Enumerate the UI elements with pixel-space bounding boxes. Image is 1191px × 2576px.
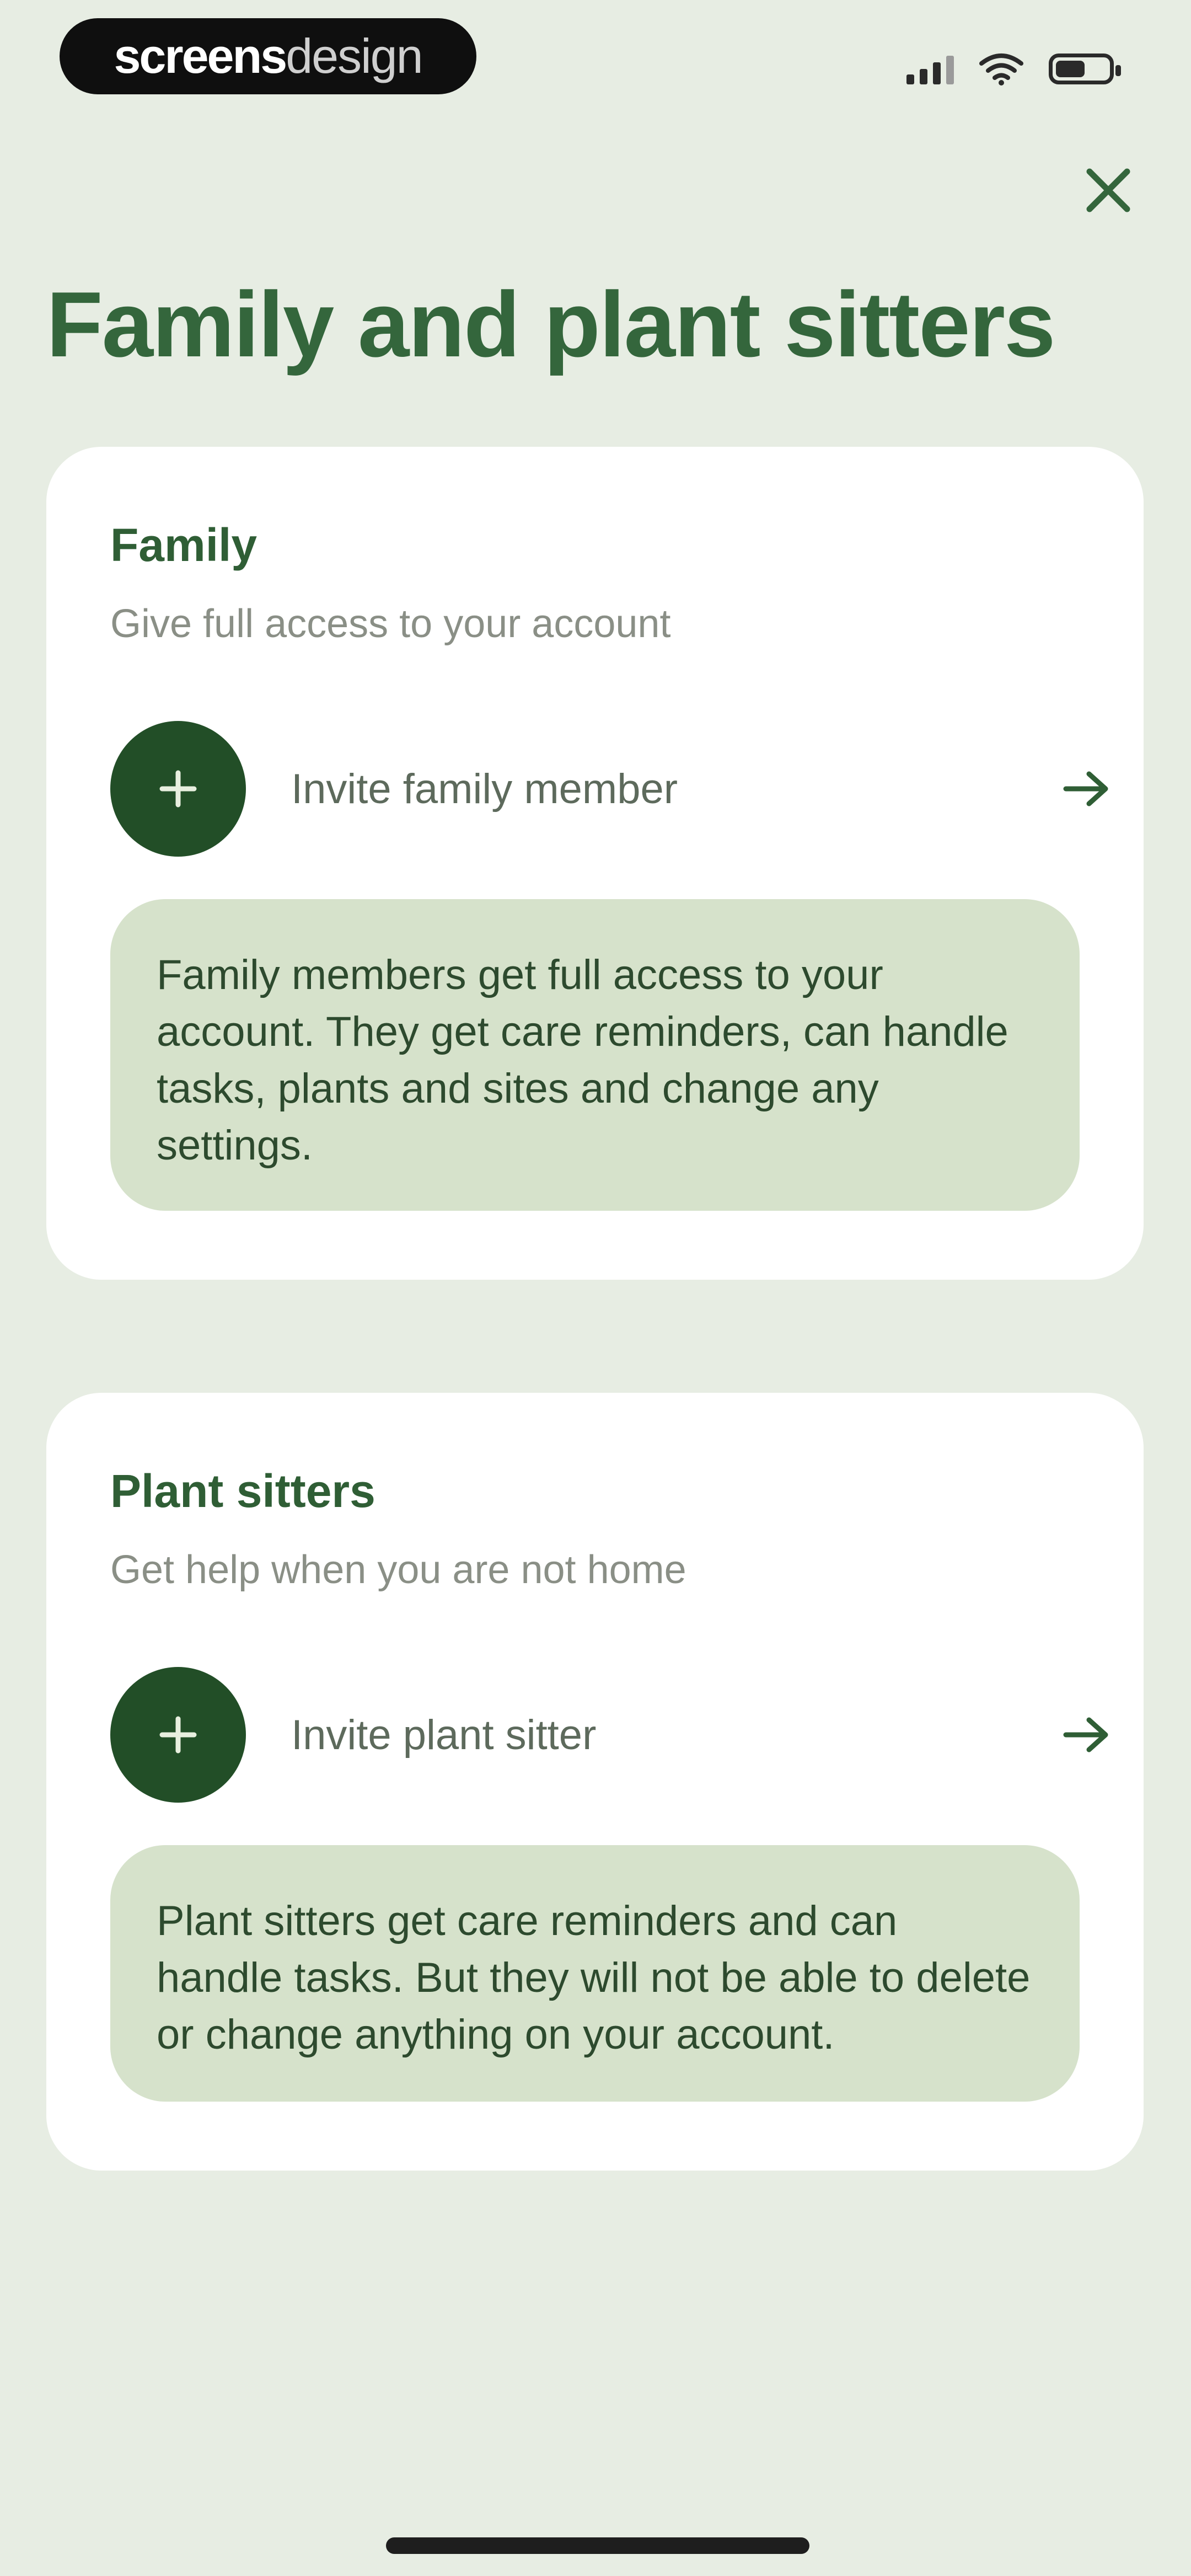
home-indicator[interactable] (386, 2537, 809, 2554)
close-button[interactable] (1075, 157, 1141, 223)
plant-sitters-info-box: Plant sitters get care reminders and can… (110, 1845, 1080, 2102)
plant-sitters-info-text: Plant sitters get care reminders and can… (157, 1898, 1031, 2058)
cellular-signal-icon (906, 54, 954, 84)
add-sitter-button-circle[interactable] (110, 1667, 246, 1803)
brand-text-bold: screens (114, 29, 287, 83)
invite-plant-sitter-button[interactable]: Invite plant sitter (110, 1666, 1136, 1804)
arrow-right-icon (1053, 756, 1119, 822)
brand-badge: screens design (60, 18, 476, 94)
page-title: Family and plant sitters (46, 272, 1055, 376)
plus-icon (159, 770, 197, 808)
invite-family-label: Invite family member (291, 765, 678, 813)
plus-icon (159, 1716, 197, 1754)
invite-family-member-button[interactable]: Invite family member (110, 720, 1136, 858)
add-family-button-circle[interactable] (110, 721, 246, 857)
plant-sitters-subtitle: Get help when you are not home (110, 1548, 686, 1592)
family-title: Family (110, 519, 257, 571)
family-card: Family Give full access to your account … (46, 447, 1144, 1280)
plant-sitters-card: Plant sitters Get help when you are not … (46, 1393, 1144, 2171)
arrow-right-icon (1053, 1702, 1119, 1768)
status-bar: screens design (0, 0, 1191, 116)
brand-text-light: design (286, 29, 423, 83)
battery-icon (1049, 54, 1121, 84)
family-info-text: Family members get full access to your a… (157, 952, 1008, 1169)
plant-sitters-title: Plant sitters (110, 1465, 375, 1517)
family-info-box: Family members get full access to your a… (110, 899, 1080, 1211)
invite-plant-sitter-label: Invite plant sitter (291, 1711, 597, 1759)
family-subtitle: Give full access to your account (110, 602, 671, 646)
status-icons (906, 50, 1121, 88)
close-icon (1086, 168, 1130, 212)
wifi-icon (979, 54, 1023, 85)
